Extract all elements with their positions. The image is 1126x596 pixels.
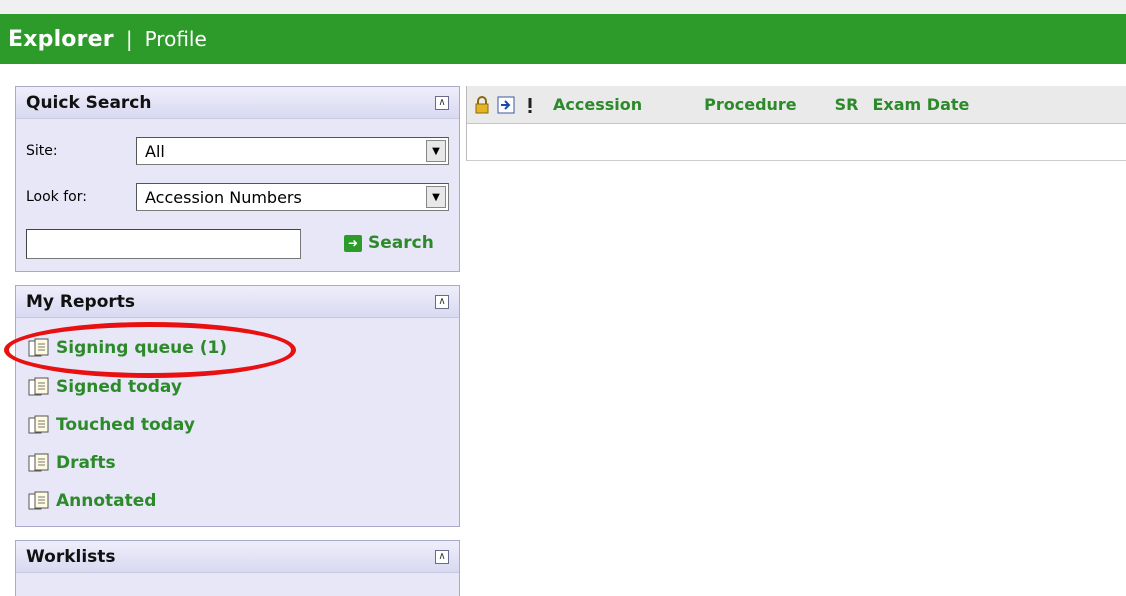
collapse-icon[interactable]: ∧ bbox=[435, 294, 449, 309]
site-label: Site: bbox=[26, 143, 58, 159]
report-item-annotated[interactable]: Annotated bbox=[28, 491, 156, 511]
report-item-signed-today[interactable]: Signed today bbox=[28, 377, 182, 397]
report-item-signing-queue[interactable]: Signing queue (1) bbox=[28, 338, 227, 358]
report-item-touched-today[interactable]: Touched today bbox=[28, 415, 195, 435]
report-item-label: Annotated bbox=[56, 491, 157, 511]
column-exam-date[interactable]: Exam Date bbox=[873, 95, 970, 114]
open-arrow-icon[interactable] bbox=[497, 96, 515, 114]
collapse-icon[interactable]: ∧ bbox=[435, 549, 449, 564]
worklists-panel: Worklists ∧ bbox=[15, 540, 460, 596]
header-separator: | bbox=[125, 27, 133, 51]
column-procedure[interactable]: Procedure bbox=[704, 95, 797, 114]
report-item-label: Touched today bbox=[56, 415, 195, 435]
quick-search-title: Quick Search bbox=[26, 92, 152, 113]
column-sr[interactable]: SR bbox=[835, 95, 859, 114]
quick-search-header: Quick Search ∧ bbox=[16, 87, 459, 119]
worklists-header: Worklists ∧ bbox=[16, 541, 459, 573]
site-select[interactable]: All ▼ bbox=[136, 137, 449, 165]
exclamation-icon[interactable] bbox=[521, 96, 539, 114]
site-row: Site: All ▼ bbox=[26, 137, 449, 165]
dropdown-arrow-icon[interactable]: ▼ bbox=[426, 186, 446, 208]
documents-icon bbox=[28, 491, 49, 510]
search-input[interactable] bbox=[26, 229, 301, 259]
lookfor-select-value: Accession Numbers bbox=[145, 187, 302, 207]
lookfor-select[interactable]: Accession Numbers ▼ bbox=[136, 183, 449, 211]
arrow-right-icon: ➜ bbox=[344, 234, 362, 252]
my-reports-title: My Reports bbox=[26, 291, 136, 312]
site-select-value: All bbox=[145, 141, 165, 161]
lookfor-row: Look for: Accession Numbers ▼ bbox=[26, 183, 449, 211]
search-button[interactable]: ➜ Search bbox=[344, 233, 434, 253]
grid-header: Accession Procedure SR Exam Date bbox=[467, 86, 1126, 124]
column-accession[interactable]: Accession bbox=[553, 95, 642, 114]
my-reports-header: My Reports ∧ bbox=[16, 286, 459, 318]
app-title[interactable]: Explorer bbox=[8, 27, 114, 52]
quick-search-panel: Quick Search ∧ Site: All ▼ Look for: Acc… bbox=[15, 86, 460, 272]
dropdown-arrow-icon[interactable]: ▼ bbox=[426, 140, 446, 162]
collapse-icon[interactable]: ∧ bbox=[435, 95, 449, 110]
lookfor-label: Look for: bbox=[26, 189, 87, 205]
window-top-strip bbox=[0, 0, 1126, 14]
report-item-label: Drafts bbox=[56, 453, 116, 473]
results-grid: Accession Procedure SR Exam Date bbox=[466, 86, 1126, 161]
documents-icon bbox=[28, 415, 49, 434]
app-header: Explorer | Profile bbox=[0, 14, 1126, 64]
documents-icon bbox=[28, 453, 49, 472]
report-item-drafts[interactable]: Drafts bbox=[28, 453, 116, 473]
report-item-label: Signed today bbox=[56, 377, 182, 397]
worklists-title: Worklists bbox=[26, 546, 116, 567]
report-item-label: Signing queue (1) bbox=[56, 338, 228, 358]
profile-link[interactable]: Profile bbox=[145, 27, 207, 51]
search-button-label: Search bbox=[368, 233, 434, 253]
documents-icon bbox=[28, 338, 49, 357]
lock-icon[interactable] bbox=[473, 95, 491, 114]
documents-icon bbox=[28, 377, 49, 396]
my-reports-panel: My Reports ∧ Signing queue (1) Signed to… bbox=[15, 285, 460, 527]
